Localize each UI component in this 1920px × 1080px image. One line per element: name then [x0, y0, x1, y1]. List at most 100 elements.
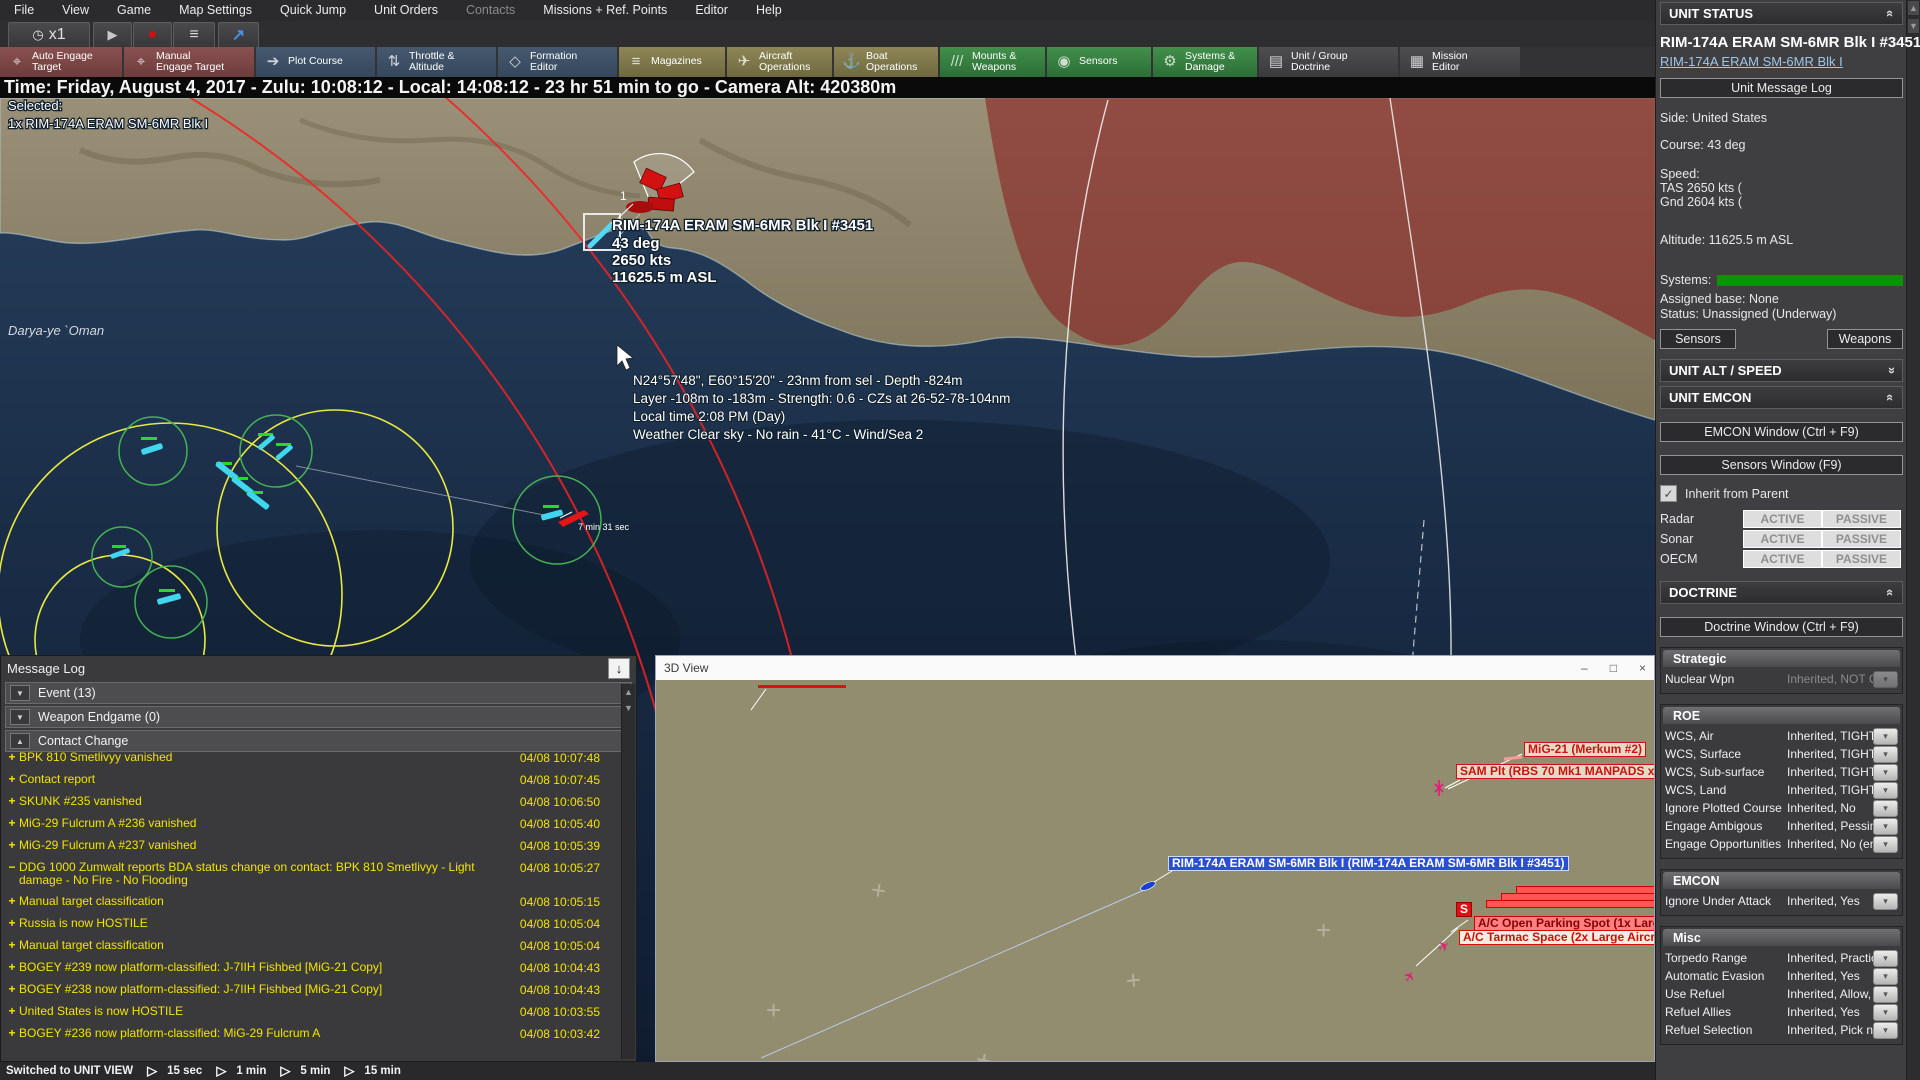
section-collapsed-icon[interactable]: ▼ [10, 685, 30, 701]
section-collapsed-icon[interactable]: ▼ [10, 709, 30, 725]
toolbar-button-unit-group-doctrine[interactable]: ▤ Unit / Group Doctrine [1259, 47, 1398, 77]
3d-label-missile[interactable]: RIM-174A ERAM SM-6MR Blk I (RIM-174A ERA… [1168, 856, 1569, 871]
close-icon[interactable]: × [1639, 661, 1646, 675]
log-section-weapon-endgame[interactable]: ▼ Weapon Endgame (0) [5, 706, 632, 728]
collapse-icon[interactable]: « [1883, 10, 1898, 17]
log-entry[interactable]: + BOGEY #239 now platform-classified: J-7… [5, 960, 617, 982]
unit-status-header[interactable]: UNIT STATUS « [1660, 2, 1903, 25]
sonar-passive-button[interactable]: PASSIVE [1822, 530, 1901, 548]
sensors-window-button[interactable]: Sensors Window (F9) [1660, 455, 1903, 475]
log-entry[interactable]: + SKUNK #235 vanished 04/08 10:06:50 [5, 794, 617, 816]
toolbar-button-systems-damage[interactable]: ⚙ Systems & Damage [1153, 47, 1257, 77]
sonar-active-button[interactable]: ACTIVE [1743, 530, 1822, 548]
dropdown-icon[interactable]: ▾ [1873, 892, 1898, 910]
log-entry[interactable]: + Russia is now HOSTILE 04/08 10:05:04 [5, 916, 617, 938]
toolbar-button-plot-course[interactable]: ➔ Plot Course [256, 47, 375, 77]
log-entry[interactable]: + MiG-29 Fulcrum A #236 vanished 04/08 10:… [5, 816, 617, 838]
scroll-down-icon[interactable]: ▼ [622, 700, 635, 716]
log-entry[interactable]: + MiG-29 Fulcrum A #237 vanished 04/08 10:… [5, 838, 617, 860]
minimize-icon[interactable]: – [1581, 661, 1588, 675]
sensors-button[interactable]: Sensors [1660, 329, 1736, 349]
log-entry[interactable]: + Contact report 04/08 10:07:45 [5, 772, 617, 794]
unit-message-log-button[interactable]: Unit Message Log [1660, 78, 1903, 98]
menu-missions-ref-points[interactable]: Missions + Ref. Points [529, 0, 681, 21]
emcon-window-button[interactable]: EMCON Window (Ctrl + F9) [1660, 422, 1903, 442]
3d-label-tarmac-space[interactable]: A/C Tarmac Space (2x Large Aircraft) [1459, 930, 1654, 945]
log-entry[interactable]: + BPK 810 Smetlivyy vanished 04/08 10:07:4… [5, 750, 617, 772]
message-log-popout-button[interactable]: ↓ [608, 657, 630, 679]
oecm-active-button[interactable]: ACTIVE [1743, 550, 1822, 568]
menu-help[interactable]: Help [742, 0, 796, 21]
dropdown-icon[interactable]: ▾ [1873, 949, 1898, 967]
menu-editor[interactable]: Editor [681, 0, 742, 21]
time-step-1min[interactable]: ▷ 1 min [216, 1063, 266, 1079]
log-entry[interactable]: + BOGEY #238 now platform-classified: J-7… [5, 982, 617, 1004]
toolbar-button-boat-operations[interactable]: ⚓ Boat Operations [834, 47, 938, 77]
unit-emcon-header[interactable]: UNIT EMCON « [1660, 386, 1903, 409]
expand-icon[interactable]: « [1883, 367, 1898, 374]
doctrine-window-button[interactable]: Doctrine Window (Ctrl + F9) [1660, 617, 1903, 637]
3d-label-parking-spot[interactable]: A/C Open Parking Spot (1x Large [1474, 916, 1654, 931]
maximize-icon[interactable]: □ [1610, 661, 1617, 675]
dropdown-icon[interactable]: ▾ [1873, 967, 1898, 985]
3d-label-sam-platoon[interactable]: SAM Plt (RBS 70 Mk1 MANPADS x 3) [1456, 764, 1654, 779]
unit-alt-speed-header[interactable]: UNIT ALT / SPEED « [1660, 359, 1903, 382]
toolbar-button-throttle-altitude[interactable]: ⇅ Throttle & Altitude [377, 47, 496, 77]
toolbar-button-auto-engage[interactable]: ⌖ Auto Engage Target [0, 47, 122, 77]
time-step-15min[interactable]: ▷ 15 min [344, 1063, 400, 1079]
doctrine-header[interactable]: DOCTRINE « [1660, 581, 1903, 604]
scroll-up-icon[interactable]: ▲ [622, 684, 635, 700]
time-step-5min[interactable]: ▷ 5 min [280, 1063, 330, 1079]
inherit-from-parent-checkbox[interactable]: ✓ [1660, 485, 1677, 502]
scroll-up-icon[interactable]: ▲ [1907, 0, 1920, 16]
message-log-scrollbar[interactable]: ▲ ▼ [621, 684, 635, 1059]
toolbar-button-mission-editor[interactable]: ▦ Mission Editor [1400, 47, 1520, 77]
toolbar-button-sensors[interactable]: ◉ Sensors [1047, 47, 1151, 77]
toolbar-button-formation-editor[interactable]: ◇ Formation Editor [498, 47, 617, 77]
log-entry[interactable]: + United States is now HOSTILE 04/08 10:03… [5, 1004, 617, 1026]
section-expanded-icon[interactable]: ▲ [10, 733, 30, 749]
dropdown-icon[interactable]: ▾ [1873, 985, 1898, 1003]
jump-to-button[interactable]: ↗ [218, 22, 259, 48]
toolbar-button-aircraft-operations[interactable]: ✈ Aircraft Operations [727, 47, 832, 77]
dropdown-icon[interactable]: ▾ [1873, 781, 1898, 799]
menu-file[interactable]: File [0, 0, 48, 21]
radar-active-button[interactable]: ACTIVE [1743, 510, 1822, 528]
toolbar-button-manual-engage[interactable]: ⌖ Manual Engage Target [124, 47, 254, 77]
collapse-icon[interactable]: « [1883, 589, 1898, 596]
menu-view[interactable]: View [48, 0, 103, 21]
menu-map-settings[interactable]: Map Settings [165, 0, 266, 21]
sim-speed-button[interactable]: ◷ x1 [8, 22, 90, 48]
record-button[interactable]: ● [133, 22, 172, 48]
sidebar-scrollbar[interactable]: ▲ ▼ [1906, 0, 1920, 1080]
menu-quick-jump[interactable]: Quick Jump [266, 0, 360, 21]
log-entry[interactable]: + BOGEY #236 now platform-classified: MiG… [5, 1026, 617, 1048]
toolbar-button-magazines[interactable]: ≡ Magazines [619, 47, 725, 77]
log-entry[interactable]: − DDG 1000 Zumwalt reports BDA status cha… [5, 860, 617, 894]
scroll-down-icon[interactable]: ▼ [1907, 18, 1920, 34]
log-entry[interactable]: + Manual target classification 04/08 10:05… [5, 894, 617, 916]
dropdown-icon[interactable]: ▾ [1873, 1003, 1898, 1021]
3d-view-titlebar[interactable]: 3D View – □ × [656, 656, 1654, 681]
map-layers-button[interactable]: ≡ [173, 22, 215, 48]
oecm-passive-button[interactable]: PASSIVE [1822, 550, 1901, 568]
3d-view-canvas[interactable]: + + + + + MiG-21 (Merkum #2) SAM Plt (RB… [656, 680, 1654, 1061]
dropdown-icon[interactable]: ▾ [1873, 835, 1898, 853]
log-entry[interactable]: + Manual target classification 04/08 10:05… [5, 938, 617, 960]
dropdown-icon[interactable]: ▾ [1873, 817, 1898, 835]
3d-label-mig21[interactable]: MiG-21 (Merkum #2) [1524, 742, 1647, 757]
log-section-event[interactable]: ▼ Event (13) [5, 682, 632, 704]
menu-unit-orders[interactable]: Unit Orders [360, 0, 452, 21]
collapse-icon[interactable]: « [1883, 394, 1898, 401]
dropdown-icon[interactable]: ▾ [1873, 745, 1898, 763]
menu-game[interactable]: Game [103, 0, 165, 21]
unit-class-link[interactable]: RIM-174A ERAM SM-6MR Blk I [1660, 54, 1843, 69]
toolbar-button-mounts-weapons[interactable]: /// Mounts & Weapons [940, 47, 1045, 77]
dropdown-icon[interactable]: ▾ [1873, 727, 1898, 745]
log-section-contact-change[interactable]: ▲ Contact Change [5, 730, 632, 752]
dropdown-icon[interactable]: ▾ [1873, 763, 1898, 781]
dropdown-icon[interactable]: ▾ [1873, 799, 1898, 817]
dropdown-icon[interactable]: ▾ [1873, 1021, 1898, 1039]
weapons-button[interactable]: Weapons [1827, 329, 1903, 349]
time-step-15sec[interactable]: ▷ 15 sec [147, 1063, 202, 1079]
